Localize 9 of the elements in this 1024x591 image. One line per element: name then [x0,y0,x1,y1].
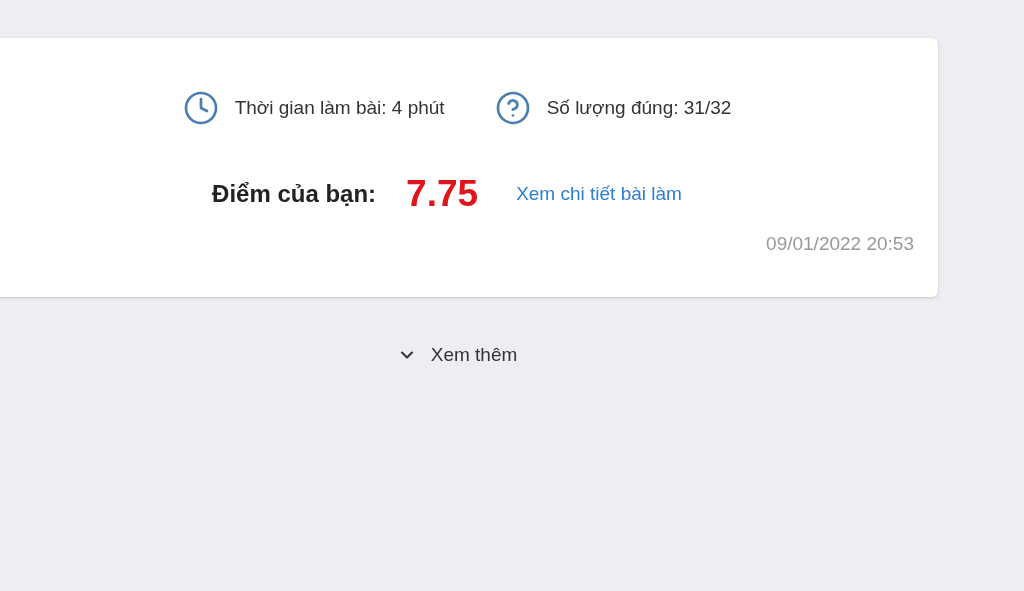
score-label: Điểm của bạn: [212,178,377,209]
stat-text: Thời gian làm bài: 4 phút [234,95,445,120]
clock-icon [182,90,219,126]
show-more-button[interactable]: Xem thêm [396,341,518,370]
question-icon [494,90,531,126]
timestamp: 09/01/2022 20:53 [766,231,914,256]
detail-link[interactable]: Xem chi tiết bài làm [516,179,682,208]
score-value: 7.75 [406,172,479,216]
stat-text: Số lượng đúng: 31/32 [546,95,732,120]
